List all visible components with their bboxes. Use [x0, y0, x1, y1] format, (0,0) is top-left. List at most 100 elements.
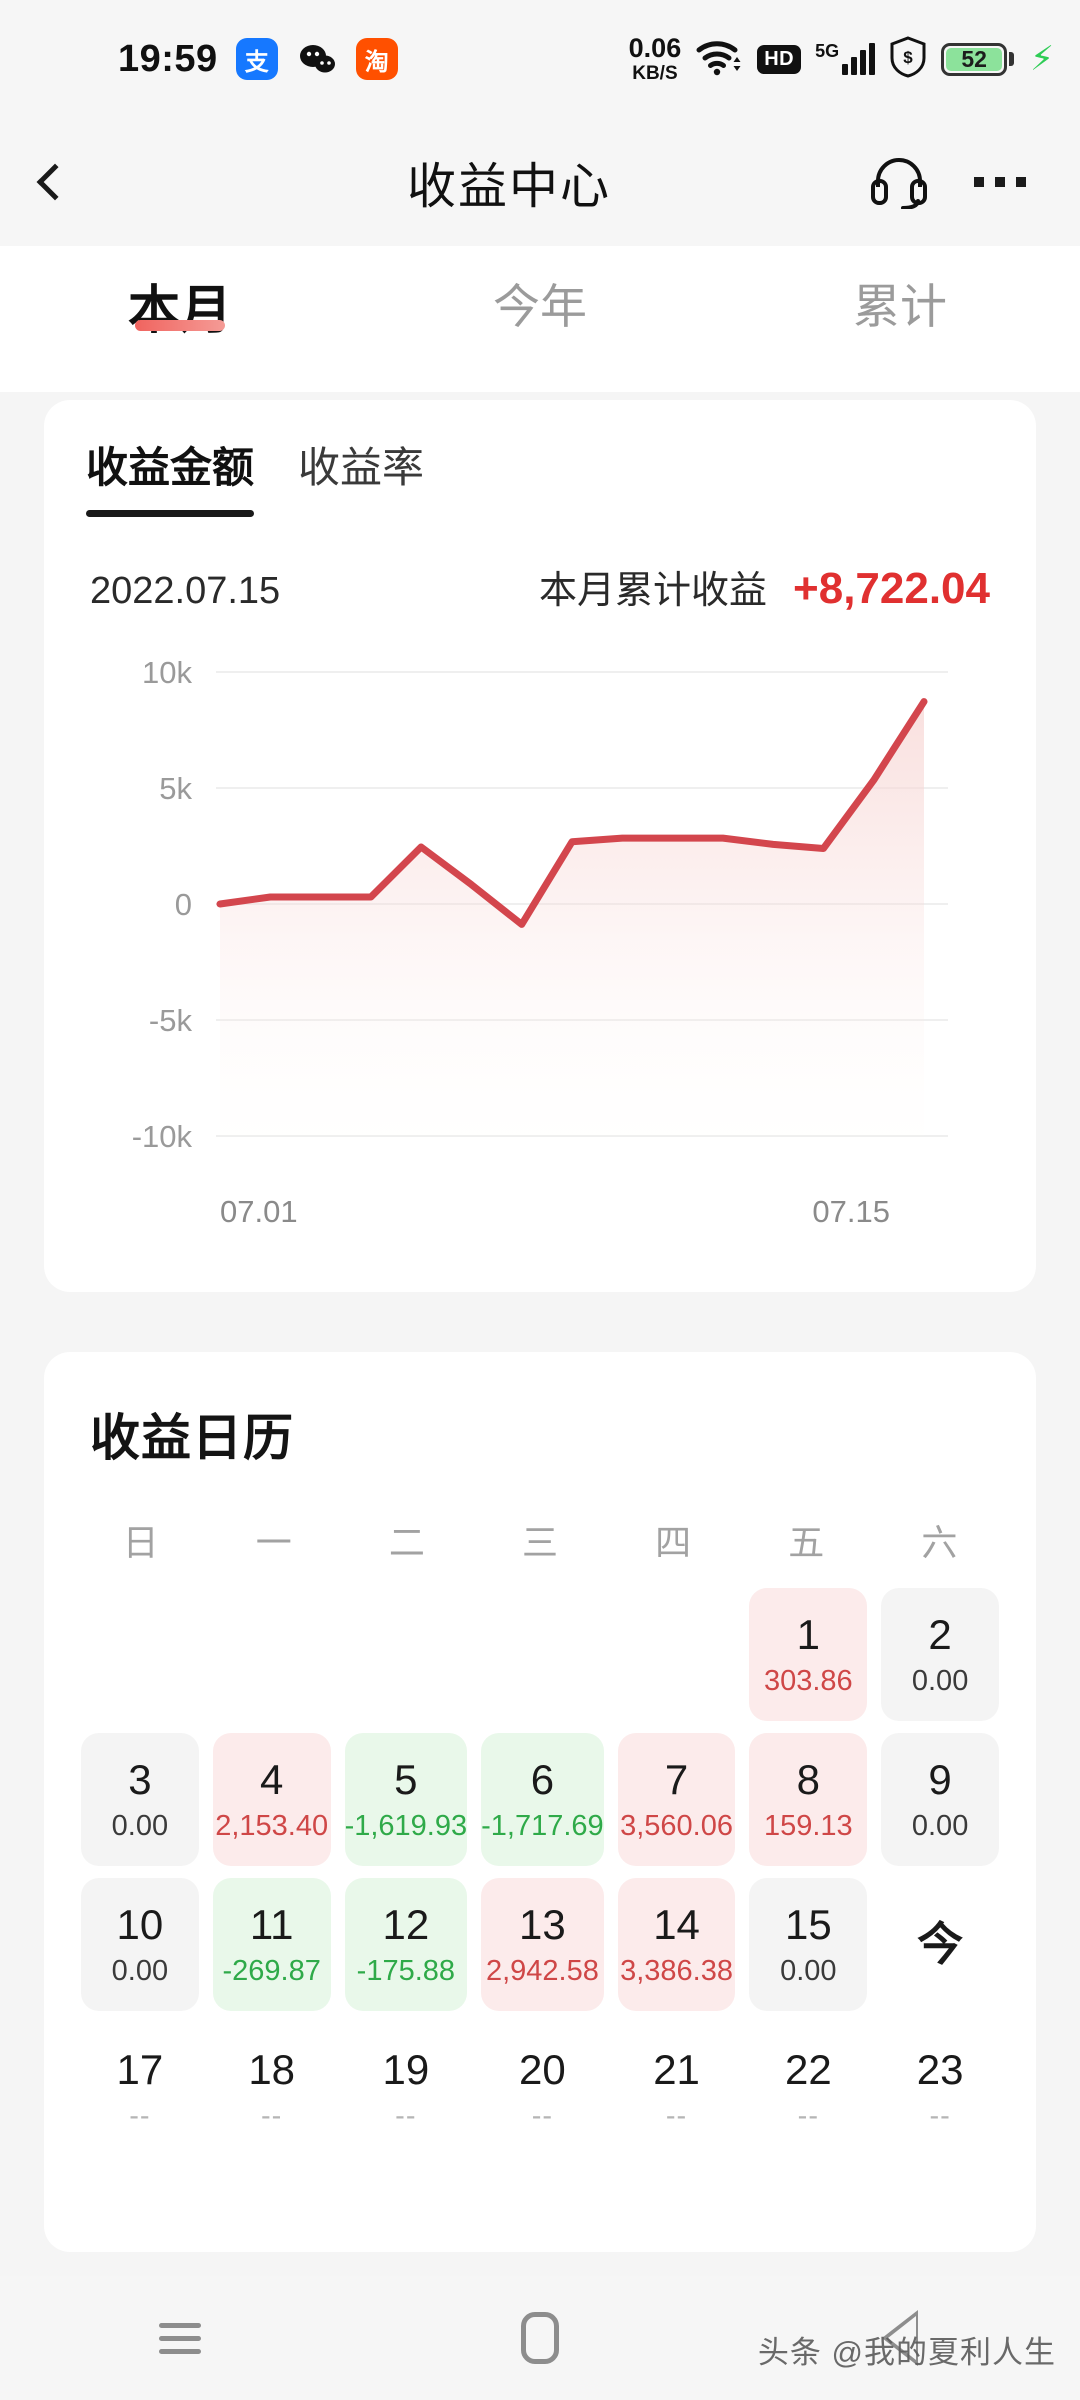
calendar-cell-day: 3 [128, 1756, 152, 1804]
chart-y-tick-3: -5k [149, 1003, 193, 1038]
calendar-weekday-0: 日 [122, 1522, 159, 1563]
calendar-cell[interactable]: 17 -- [81, 2023, 199, 2156]
status-clock: 19:59 [118, 37, 218, 80]
calendar-cell-day: 21 [653, 2046, 700, 2094]
battery-icon: 52 [941, 42, 1015, 76]
calendar-cell[interactable]: 18 -- [213, 2023, 331, 2156]
tab-total[interactable]: 累计 [720, 246, 1080, 337]
calendar-cell-day: 11 [249, 1901, 294, 1949]
calendar-cell-value: -1,717.69 [481, 1809, 604, 1842]
calendar-weekday-1: 一 [255, 1522, 292, 1563]
tab-active-underline [135, 320, 225, 331]
earnings-calendar-card: 收益日历 日一二三四五六 1 303.86 2 0.00 3 0.00 4 2,153.40 5… [44, 1352, 1036, 2252]
calendar-cell[interactable]: 20 -- [481, 2023, 604, 2156]
wifi-icon [695, 37, 743, 82]
calendar-cell[interactable]: 3 0.00 [81, 1733, 199, 1866]
calendar-cell-value: -- [129, 2099, 151, 2132]
network-speed-value: 0.06 [628, 33, 682, 63]
more-dots-icon[interactable] [974, 177, 1026, 187]
subtab-earnings-rate-label: 收益率 [298, 444, 425, 491]
watermark-text: 头条 @我的夏利人生 [757, 2335, 1056, 2370]
summary-total: 本月累计收益 +8,722.04 [539, 559, 990, 614]
subtab-earnings-rate[interactable]: 收益率 [298, 434, 424, 517]
alipay-app-icon: 支 [235, 38, 278, 80]
metric-subtabs: 收益金额 收益率 [44, 400, 1036, 517]
headset-icon[interactable] [868, 151, 930, 214]
calendar-cell-day: 13 [519, 1901, 566, 1949]
chevron-left-icon [36, 163, 74, 201]
subtab-active-underline [86, 510, 255, 517]
taobao-glyph: 淘 [364, 48, 389, 76]
calendar-cell[interactable]: 22 -- [749, 2023, 867, 2156]
calendar-cell[interactable]: 5 -1,619.93 [344, 1733, 468, 1866]
network-speed-unit: KB/S [632, 63, 678, 84]
calendar-cell-empty [213, 1588, 331, 1721]
calendar-cell-day: 1 [796, 1611, 820, 1659]
earnings-chart-card: 收益金额 收益率 2022.07.15 本月累计收益 +8,722.04 10k… [44, 400, 1036, 1292]
subtab-earnings-amount[interactable]: 收益金额 [86, 434, 255, 517]
app-bar: 收益中心 [0, 118, 1080, 246]
calendar-cell[interactable]: 9 0.00 [881, 1733, 999, 1866]
svg-text:$: $ [903, 48, 913, 67]
calendar-cell-empty [481, 1588, 604, 1721]
calendar-cell-empty [81, 1588, 199, 1721]
subtab-earnings-amount-label: 收益金额 [86, 444, 255, 491]
tab-this-year[interactable]: 今年 [360, 246, 720, 337]
calendar-cell-day: 18 [248, 2046, 296, 2094]
calendar-cell[interactable]: 1 303.86 [749, 1588, 868, 1721]
chart-x-axis: 07.01 07.15 [44, 1194, 1036, 1230]
battery-level-label: 52 [946, 46, 1003, 72]
calendar-weekday-header: 日一二三四五六 [44, 1470, 1036, 1566]
calendar-cell[interactable]: 8 159.13 [749, 1733, 868, 1866]
status-bar-left: 19:59 支 淘 [118, 38, 398, 81]
calendar-cell-day: 19 [382, 2046, 430, 2094]
calendar-cell-day: 15 [784, 1901, 832, 1949]
calendar-cell[interactable]: 2 0.00 [881, 1588, 999, 1721]
taobao-app-icon: 淘 [355, 38, 398, 80]
calendar-cell-value: 303.86 [763, 1664, 853, 1697]
calendar-cell-value: 0.00 [111, 1809, 169, 1842]
calendar-cell[interactable]: 4 2,153.40 [212, 1733, 331, 1866]
calendar-weekday-5: 五 [788, 1522, 825, 1563]
chart-y-tick-0: 10k [142, 655, 192, 690]
calendar-cell[interactable]: 14 3,386.38 [617, 1878, 736, 2011]
back-button[interactable] [0, 163, 110, 201]
calendar-cell[interactable]: 10 0.00 [81, 1878, 199, 2011]
calendar-cell-day: 14 [653, 1901, 700, 1949]
tab-this-month-label: 本月 [127, 282, 232, 340]
calendar-cell-value: -- [531, 2099, 554, 2132]
calendar-cell[interactable]: 7 3,560.06 [617, 1733, 736, 1866]
calendar-title: 收益日历 [90, 1410, 294, 1466]
calendar-cell-day: 5 [394, 1756, 418, 1804]
calendar-cell[interactable]: 15 0.00 [749, 1878, 868, 2011]
calendar-cell-day: 7 [664, 1756, 689, 1804]
calendar-cell-day: 6 [530, 1756, 555, 1804]
calendar-cell-value: -- [395, 2099, 417, 2132]
calendar-cell[interactable]: 6 -1,717.69 [481, 1733, 604, 1866]
tab-this-month[interactable]: 本月 [0, 246, 360, 343]
calendar-cell-value: -- [261, 2099, 283, 2132]
security-shield-icon: $ [889, 35, 927, 83]
chart-y-tick-4: -10k [132, 1119, 193, 1154]
calendar-weekday-4: 四 [655, 1522, 692, 1563]
nav-home-button[interactable] [360, 2312, 720, 2364]
calendar-cell[interactable]: 23 -- [881, 2023, 999, 2156]
calendar-grid: 1 303.86 2 0.00 3 0.00 4 2,153.40 5 -1,619.93 6 -1,… [44, 1566, 1036, 2156]
status-bar: 19:59 支 淘 0.06 KB/S HD 5G $ 52 ⚡ [0, 0, 1080, 118]
calendar-cell[interactable]: 21 -- [618, 2023, 736, 2156]
calendar-cell[interactable]: 13 2,942.58 [481, 1878, 604, 2011]
x-tick-end: 07.15 [812, 1194, 890, 1229]
nav-recents-button[interactable] [0, 2315, 360, 2362]
calendar-cell-day: 20 [519, 2046, 566, 2094]
calendar-cell[interactable]: 11 -269.87 [212, 1878, 331, 2011]
calendar-weekday-3: 三 [521, 1522, 558, 1563]
calendar-cell-value: 3,386.38 [620, 1954, 733, 1987]
earnings-line-chart[interactable]: 10k 5k 0 -5k -10k 07.01 07.15 [44, 636, 1036, 1236]
calendar-cell[interactable]: 19 -- [345, 2023, 468, 2156]
calendar-cell[interactable]: 12 -175.88 [344, 1878, 468, 2011]
calendar-cell-value: -269.87 [222, 1954, 321, 1987]
calendar-cell[interactable]: 今 [881, 1878, 999, 2011]
calendar-cell-value: 3,560.06 [620, 1809, 733, 1842]
calendar-cell-value: 2,153.40 [215, 1809, 329, 1842]
calendar-cell-day: 12 [382, 1901, 430, 1949]
